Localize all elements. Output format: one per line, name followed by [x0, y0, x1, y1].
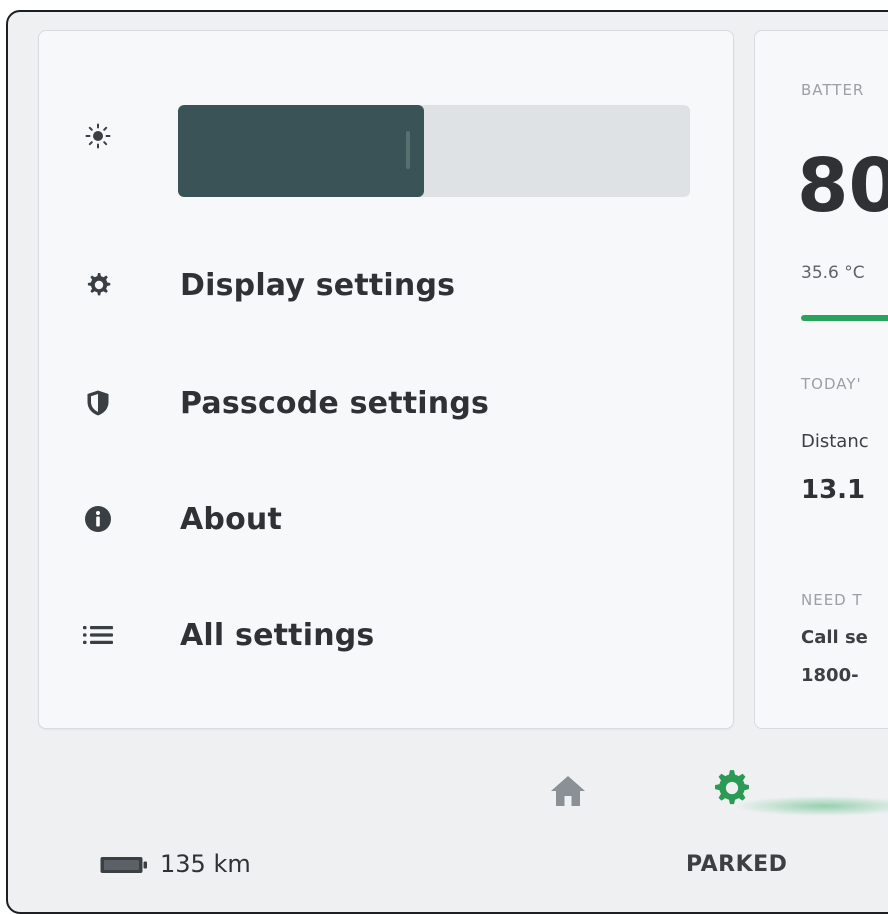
- about-label: About: [180, 501, 283, 537]
- distance-value: 13.1: [801, 475, 866, 505]
- battery-label: BATTER: [801, 81, 865, 99]
- battery-icon: [100, 856, 148, 874]
- bottom-nav: [8, 732, 888, 816]
- status-bar: 135 km PARKED: [8, 832, 888, 902]
- active-tab-glow: [734, 796, 888, 816]
- brightness-slider[interactable]: [178, 105, 690, 197]
- call-service-link[interactable]: Call se: [801, 627, 868, 648]
- distance-label: Distanc: [801, 431, 869, 452]
- quick-settings-card: Display settings Passcode settings About: [38, 30, 734, 729]
- all-settings-item[interactable]: All settings: [39, 599, 733, 671]
- all-settings-label: All settings: [180, 617, 375, 653]
- battery-temperature: 35.6 °C: [801, 263, 865, 283]
- battery-bar: [801, 315, 888, 321]
- passcode-settings-item[interactable]: Passcode settings: [39, 367, 733, 439]
- drive-state: PARKED: [686, 852, 788, 877]
- service-phone[interactable]: 1800-: [801, 665, 859, 686]
- gear-icon: [712, 768, 752, 808]
- help-label: NEED T: [801, 591, 863, 609]
- brightness-row: [39, 31, 733, 197]
- vehicle-info-card: BATTER 80 35.6 °C TODAY' Distanc 13.1 NE…: [754, 30, 888, 729]
- list-icon: [83, 620, 113, 650]
- range-readout: 135 km: [160, 850, 251, 878]
- display-settings-item[interactable]: Display settings: [39, 249, 733, 321]
- battery-value: 80: [797, 143, 888, 229]
- settings-tab[interactable]: [694, 756, 888, 826]
- passcode-settings-label: Passcode settings: [180, 385, 490, 421]
- gear-icon: [83, 270, 113, 300]
- info-icon: [83, 504, 113, 534]
- today-label: TODAY': [801, 375, 862, 393]
- device-frame: Display settings Passcode settings About: [6, 10, 888, 914]
- about-item[interactable]: About: [39, 483, 733, 555]
- brightness-slider-thumb[interactable]: [405, 131, 410, 169]
- brightness-slider-fill: [178, 105, 424, 197]
- display-settings-label: Display settings: [180, 267, 456, 303]
- sun-icon: [85, 123, 111, 149]
- home-icon[interactable]: [548, 774, 588, 808]
- shield-icon: [83, 388, 113, 418]
